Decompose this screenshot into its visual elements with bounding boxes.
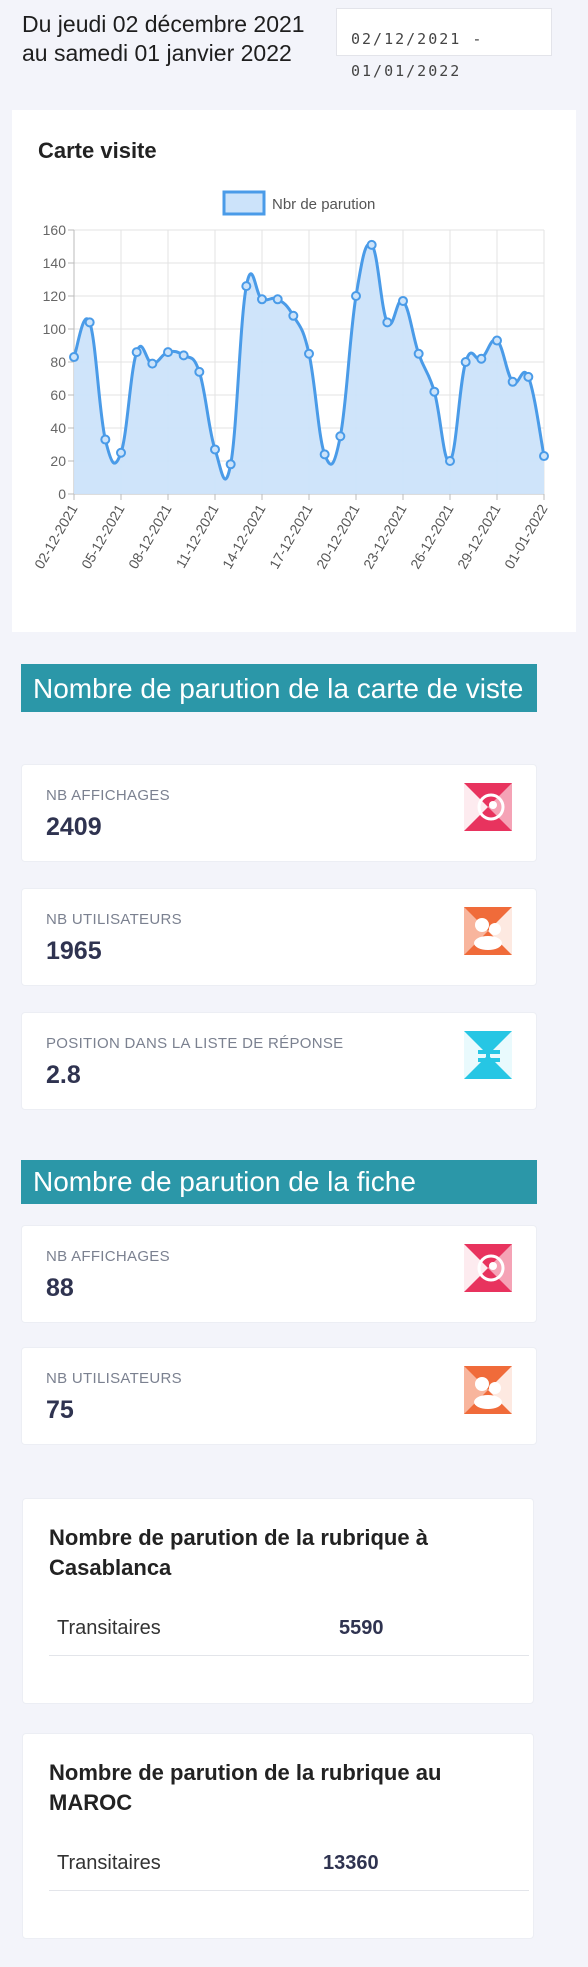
rubrique-maroc-card: Nombre de parution de la rubrique au MAR… bbox=[22, 1733, 534, 1939]
data-point bbox=[194, 366, 205, 377]
stat-card-utilisateurs: NB UTILISATEURS 1965 bbox=[21, 888, 537, 986]
fiche-section-title: Nombre de parution de la fiche bbox=[21, 1160, 537, 1204]
y-tick-label: 40 bbox=[50, 420, 66, 436]
users-icon bbox=[464, 1366, 512, 1414]
data-point bbox=[319, 449, 330, 460]
legend-label: Nbr de parution bbox=[272, 196, 375, 213]
data-point bbox=[257, 294, 267, 305]
data-point bbox=[210, 444, 220, 455]
users-icon bbox=[464, 907, 512, 955]
y-tick-label: 120 bbox=[43, 288, 67, 304]
rubrique-casablanca-card: Nombre de parution de la rubrique à Casa… bbox=[22, 1498, 534, 1704]
fiche-stat-card-affichages: NB AFFICHAGES 88 bbox=[21, 1225, 537, 1323]
y-tick-label: 140 bbox=[43, 255, 67, 271]
data-point bbox=[382, 317, 393, 328]
data-point bbox=[131, 347, 142, 358]
list-position-icon bbox=[464, 1031, 512, 1079]
rubrique-title: Nombre de parution de la rubrique au MAR… bbox=[49, 1760, 442, 1815]
parution-chart: 0 20 40 60 80 100 120 140 160 02-12-202105-12-202… bbox=[31, 190, 551, 572]
data-point bbox=[398, 295, 408, 306]
x-tick-label: 17-12-2021 bbox=[266, 501, 316, 571]
rubrique-title: Nombre de parution de la rubrique à Casa… bbox=[49, 1525, 428, 1580]
x-tick-label: 01-01-2022 bbox=[501, 501, 551, 571]
page-title: Du jeudi 02 décembre 2021 au samedi 01 j… bbox=[22, 11, 305, 66]
stat-value: 1965 bbox=[46, 937, 102, 965]
data-point bbox=[366, 239, 377, 250]
stat-label: NB AFFICHAGES bbox=[46, 787, 170, 804]
data-point bbox=[476, 353, 487, 364]
y-tick-label: 0 bbox=[58, 486, 66, 502]
data-point bbox=[84, 317, 95, 328]
x-tick-label: 23-12-2021 bbox=[360, 501, 410, 571]
x-tick-label: 02-12-2021 bbox=[31, 501, 81, 571]
table-row: Transitaires 13360 bbox=[49, 1840, 529, 1891]
carte-section-title: Nombre de parution de la carte de viste bbox=[21, 664, 537, 712]
y-tick-label: 80 bbox=[50, 354, 66, 370]
stat-label: NB UTILISATEURS bbox=[46, 1370, 182, 1387]
fiche-stat-card-utilisateurs: NB UTILISATEURS 75 bbox=[21, 1347, 537, 1445]
x-tick-label: 08-12-2021 bbox=[125, 501, 175, 571]
stat-card-affichages: NB AFFICHAGES 2409 bbox=[21, 764, 537, 862]
data-point bbox=[100, 434, 111, 445]
rubrique-name: Transitaires bbox=[57, 1852, 161, 1874]
data-point bbox=[351, 291, 361, 301]
stat-value: 2.8 bbox=[46, 1061, 81, 1089]
rubrique-name: Transitaires bbox=[57, 1617, 161, 1639]
x-tick-label: 20-12-2021 bbox=[313, 501, 363, 571]
data-point bbox=[539, 451, 549, 462]
stat-label: POSITION DANS LA LISTE DE RÉPONSE bbox=[46, 1035, 344, 1052]
x-tick-label: 11-12-2021 bbox=[172, 501, 221, 570]
data-point bbox=[69, 352, 79, 363]
rubrique-value: 5590 bbox=[339, 1617, 384, 1639]
data-point bbox=[241, 281, 252, 292]
data-point bbox=[429, 386, 440, 397]
y-tick-label: 100 bbox=[43, 321, 67, 337]
data-point bbox=[163, 347, 173, 358]
data-point bbox=[492, 335, 502, 346]
rubrique-value: 13360 bbox=[323, 1852, 379, 1874]
legend-swatch bbox=[222, 190, 266, 216]
data-point bbox=[225, 459, 236, 470]
data-point bbox=[523, 371, 534, 382]
stat-value: 88 bbox=[46, 1274, 74, 1302]
y-tick-label: 60 bbox=[50, 387, 66, 403]
data-point bbox=[304, 348, 314, 359]
stat-value: 2409 bbox=[46, 813, 102, 841]
stat-label: NB AFFICHAGES bbox=[46, 1248, 170, 1265]
eye-icon bbox=[464, 783, 512, 831]
data-point bbox=[116, 447, 126, 458]
date-range-input[interactable]: 02/12/2021 - 01/01/2022 bbox=[336, 8, 552, 80]
data-point bbox=[507, 376, 518, 387]
y-tick-label: 20 bbox=[50, 453, 66, 469]
x-tick-label: 14-12-2021 bbox=[219, 501, 269, 571]
data-point bbox=[460, 357, 471, 367]
y-tick-label: 160 bbox=[43, 222, 67, 238]
stat-value: 75 bbox=[46, 1396, 74, 1424]
data-point bbox=[413, 348, 424, 359]
data-point bbox=[335, 431, 346, 442]
data-point bbox=[178, 350, 189, 361]
stat-label: NB UTILISATEURS bbox=[46, 911, 182, 928]
data-point bbox=[147, 358, 158, 369]
data-point bbox=[445, 456, 455, 466]
eye-icon bbox=[464, 1244, 512, 1292]
x-tick-label: 29-12-2021 bbox=[454, 501, 504, 571]
x-tick-label: 26-12-2021 bbox=[407, 501, 457, 571]
data-point bbox=[288, 310, 299, 321]
table-row: Transitaires 5590 bbox=[49, 1605, 529, 1656]
stat-card-position: POSITION DANS LA LISTE DE RÉPONSE 2.8 bbox=[21, 1012, 537, 1110]
chart-card: Carte visite 0 20 40 60 80 100 120 140 160 02-12-… bbox=[12, 110, 576, 632]
x-tick-label: 05-12-2021 bbox=[78, 501, 128, 571]
data-point bbox=[272, 294, 283, 305]
